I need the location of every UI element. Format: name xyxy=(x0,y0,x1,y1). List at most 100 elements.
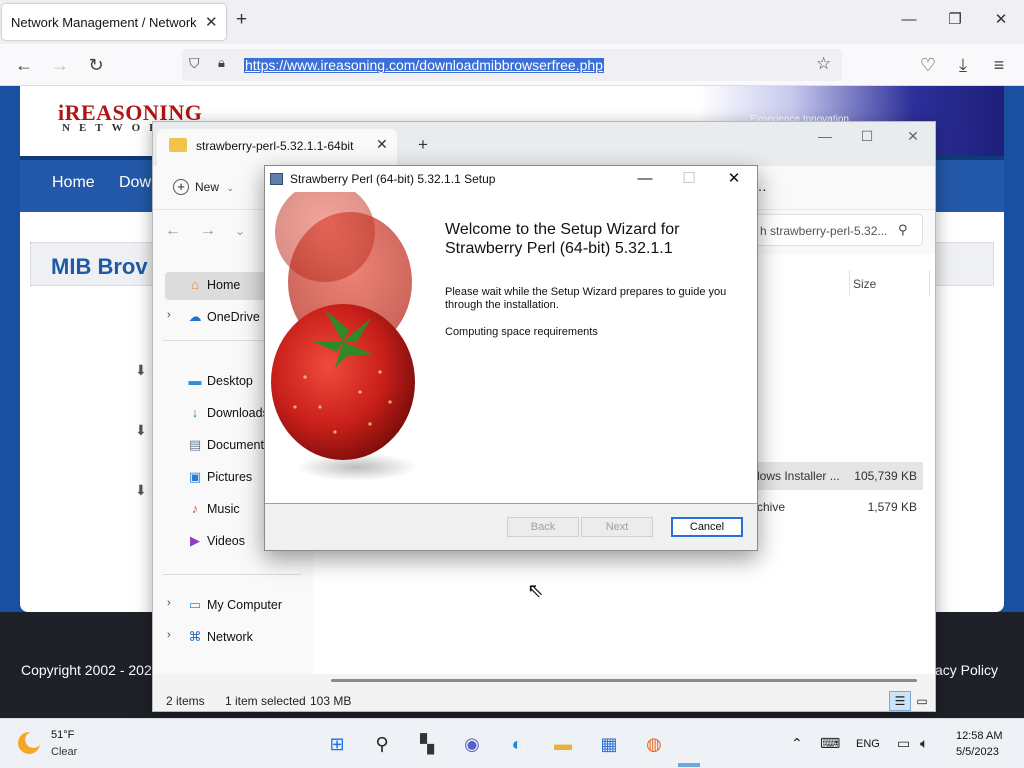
browser-tab[interactable]: Network Management / Network M ✕ xyxy=(2,4,226,40)
desktop-icon: ▬ xyxy=(188,373,202,388)
lock-icon[interactable]: 🔒︎ xyxy=(218,55,225,71)
reload-icon[interactable]: ↻ xyxy=(83,53,109,77)
privacy-policy-link[interactable]: vacy Policy xyxy=(928,662,998,678)
site-logo-sub: NETWOR xyxy=(62,122,167,134)
new-button[interactable]: + New ⌄ xyxy=(173,179,234,195)
maximize-window-button[interactable]: ☐ xyxy=(855,128,879,145)
download-icon[interactable]: ⬇︎ xyxy=(135,482,147,499)
file-type: dows Installer ... xyxy=(753,469,840,483)
weather-temperature[interactable]: 51°F xyxy=(51,729,74,741)
status-bar: 2 items 1 item selected 103 MB ☰ ▭ xyxy=(153,689,935,711)
close-dialog-button[interactable]: ✕ xyxy=(714,168,754,190)
sidebar-item-label: Network xyxy=(207,630,253,644)
home-icon: ⌂ xyxy=(191,277,199,292)
close-window-button[interactable]: ✕ xyxy=(986,10,1016,30)
search-icon[interactable]: ⚲ xyxy=(898,222,908,238)
new-tab-button[interactable]: + xyxy=(418,135,428,155)
horizontal-scrollbar[interactable] xyxy=(331,679,917,682)
cancel-button[interactable]: Cancel xyxy=(671,517,743,537)
task-view-icon[interactable]: ▚ xyxy=(413,730,441,758)
keyboard-icon[interactable]: ⌨ xyxy=(820,735,840,752)
start-menu-icon[interactable]: ⊞ xyxy=(323,730,351,758)
status-size: 103 MB xyxy=(310,694,352,708)
sidebar-item-label: Documents xyxy=(207,438,271,452)
column-header-size[interactable]: Size xyxy=(853,277,876,291)
setup-title: Strawberry Perl (64-bit) 5.32.1.1 Setup xyxy=(290,172,496,186)
pocket-icon[interactable]: ♡ xyxy=(915,53,941,77)
url-text[interactable]: https://www.ireasoning.com/downloadmibbr… xyxy=(244,58,604,73)
browser-nav-bar: ← → ↻ ⛉ 🔒︎ https://www.ireasoning.com/do… xyxy=(0,44,1024,86)
music-icon: ♪ xyxy=(191,501,199,516)
shield-icon[interactable]: ⛉ xyxy=(189,55,200,72)
sidebar-item-label: Desktop xyxy=(207,374,253,388)
details-view-icon[interactable]: ☰ xyxy=(889,691,911,711)
minimize-window-button[interactable]: — xyxy=(813,128,837,144)
weather-description[interactable]: Clear xyxy=(51,746,77,758)
minimize-dialog-button[interactable]: — xyxy=(625,168,665,190)
sidebar-item-label: Home xyxy=(207,278,241,292)
downloads-icon[interactable]: ⤓ xyxy=(950,53,976,77)
explorer-tab[interactable]: strawberry-perl-5.32.1.1-64bit ✕ xyxy=(157,129,397,166)
document-icon: ▤ xyxy=(188,437,202,452)
chevron-right-icon[interactable]: › xyxy=(167,629,171,641)
download-icon[interactable]: ⬇︎ xyxy=(135,422,147,439)
clock-time[interactable]: 12:58 AM xyxy=(956,730,1002,742)
file-row[interactable]: dows Installer ... 105,739 KB xyxy=(749,462,923,490)
close-tab-icon[interactable]: ✕ xyxy=(205,13,218,31)
bookmark-star-icon[interactable]: ☆ xyxy=(816,54,831,74)
language-indicator[interactable]: ENG xyxy=(856,738,880,750)
new-tab-button[interactable]: + xyxy=(236,10,247,29)
explorer-tab-bar: strawberry-perl-5.32.1.1-64bit ✕ + — ☐ ✕ xyxy=(153,122,935,166)
close-tab-icon[interactable]: ✕ xyxy=(376,136,388,153)
sidebar-item-label: OneDrive xyxy=(207,310,260,324)
file-size: 105,739 KB xyxy=(854,469,917,483)
chevron-right-icon[interactable]: › xyxy=(167,309,171,321)
tiles-view-icon[interactable]: ▭ xyxy=(911,691,933,711)
copyright-text: Copyright 2002 - 202 xyxy=(21,662,152,678)
firefox-icon[interactable]: ◍ xyxy=(640,730,668,758)
status-selected: 1 item selected xyxy=(225,694,306,708)
forward-arrow-icon[interactable]: → xyxy=(200,222,216,240)
sidebar-item-my-computer[interactable]: › ▭ My Computer xyxy=(165,592,305,620)
sidebar-divider xyxy=(163,574,301,575)
sidebar-item-network[interactable]: › ⌘ Network xyxy=(165,624,305,652)
new-button-label: New xyxy=(195,180,220,194)
close-window-button[interactable]: ✕ xyxy=(901,128,925,145)
menu-home[interactable]: Home xyxy=(52,174,95,192)
menu-downloads[interactable]: Dow xyxy=(119,174,151,192)
store-icon[interactable]: ▦ xyxy=(595,730,623,758)
chat-icon[interactable]: ◉ xyxy=(458,730,486,758)
search-icon[interactable]: ⚲ xyxy=(368,730,396,758)
url-bar[interactable]: ⛉ 🔒︎ https://www.ireasoning.com/download… xyxy=(182,49,842,81)
back-button[interactable]: Back xyxy=(507,517,579,537)
moon-weather-icon[interactable] xyxy=(18,732,40,754)
file-row[interactable]: rchive 1,579 KB xyxy=(749,493,923,521)
chevron-right-icon[interactable]: › xyxy=(167,597,171,609)
clock-date[interactable]: 5/5/2023 xyxy=(956,746,999,758)
explorer-tab-label: strawberry-perl-5.32.1.1-64bit xyxy=(196,139,354,153)
videos-icon: ▶ xyxy=(190,533,200,548)
cloud-icon: ☁ xyxy=(188,309,202,324)
edge-browser-icon[interactable]: ◐ xyxy=(503,730,531,758)
pictures-icon: ▣ xyxy=(188,469,202,484)
mouse-cursor-icon: ⇖ xyxy=(527,580,544,602)
minimize-window-button[interactable]: — xyxy=(894,10,924,30)
wait-message: Please wait while the Setup Wizard prepa… xyxy=(445,286,727,311)
chevron-up-icon[interactable]: ⌃ xyxy=(791,735,803,752)
volume-icon[interactable]: 🔈︎ xyxy=(920,735,928,752)
network-tray-icon[interactable]: ▭ xyxy=(897,735,910,752)
sidebar-item-label: Downloads xyxy=(207,406,269,420)
progress-status: Computing space requirements xyxy=(445,326,598,338)
chevron-down-icon[interactable]: ⌄ xyxy=(235,224,245,238)
next-button[interactable]: Next xyxy=(581,517,653,537)
back-arrow-icon[interactable]: ← xyxy=(11,53,37,77)
sidebar-item-label: Videos xyxy=(207,534,245,548)
download-icon[interactable]: ⬇︎ xyxy=(135,362,147,379)
back-arrow-icon[interactable]: ← xyxy=(165,222,181,240)
file-explorer-icon[interactable]: ▬ xyxy=(549,730,577,758)
network-icon: ⌘ xyxy=(188,629,202,644)
menu-icon[interactable]: ≡ xyxy=(986,53,1012,77)
forward-arrow-icon[interactable]: → xyxy=(47,53,73,77)
restore-window-button[interactable]: ❐ xyxy=(940,10,970,30)
search-input[interactable]: h strawberry-perl-5.32... xyxy=(760,224,887,238)
